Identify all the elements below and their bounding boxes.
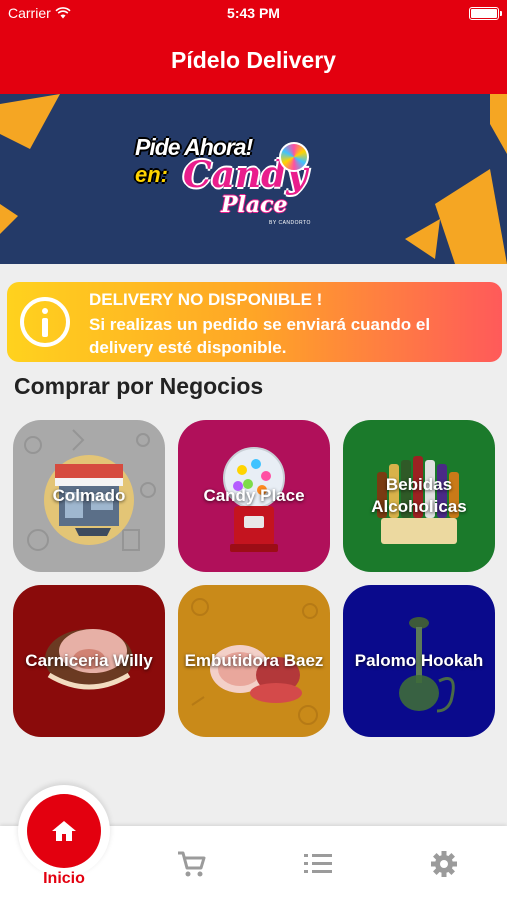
category-label: Candy Place <box>203 486 305 505</box>
status-bar: Carrier 5:43 PM <box>0 0 507 26</box>
category-label: Embutidora Baez <box>184 651 324 670</box>
delivery-alert: DELIVERY NO DISPONIBLE ! Si realizas un … <box>7 282 502 362</box>
info-icon <box>20 297 70 347</box>
cart-icon[interactable] <box>176 850 206 878</box>
alert-message: Si realizas un pedido se enviará cuando … <box>89 315 431 357</box>
home-label[interactable]: Inicio <box>20 870 108 888</box>
promo-banner[interactable]: Pide Ahora! en: Candy Place BY CANDORTO <box>0 94 507 264</box>
category-label: Bebidas Alcoholicas <box>371 475 467 516</box>
category-tile-candy-place[interactable]: Candy Place <box>178 420 330 572</box>
category-tile-embutidora-baez[interactable]: Embutidora Baez <box>178 585 330 737</box>
category-tile-bebidas-alcoholicas[interactable]: Bebidas Alcoholicas <box>343 420 495 572</box>
category-label: Palomo Hookah <box>354 651 484 670</box>
gear-icon[interactable] <box>429 850 459 878</box>
category-label: Colmado <box>52 486 126 505</box>
section-title: Comprar por Negocios <box>14 373 264 399</box>
category-tile-palomo-hookah[interactable]: Palomo Hookah <box>343 585 495 737</box>
category-tile-carniceria-willy[interactable]: Carniceria Willy <box>13 585 165 737</box>
banner-line2: en: <box>135 162 168 187</box>
home-button[interactable] <box>27 794 101 868</box>
candy-place-logo: Pide Ahora! en: Candy Place BY CANDORTO <box>133 130 313 230</box>
list-icon[interactable] <box>303 850 333 878</box>
banner-brand-bottom: Place <box>221 192 288 218</box>
lollipop-icon <box>279 142 309 172</box>
page-title: Pídelo Delivery <box>171 46 336 73</box>
battery-icon <box>469 7 502 20</box>
alert-title: DELIVERY NO DISPONIBLE ! <box>89 290 323 309</box>
category-label: Carniceria Willy <box>25 651 153 670</box>
status-time: 5:43 PM <box>227 5 280 21</box>
category-tile-colmado[interactable]: Colmado <box>13 420 165 572</box>
app-header: Pídelo Delivery <box>0 26 507 94</box>
home-icon <box>52 821 76 841</box>
banner-byline: BY CANDORTO <box>269 220 311 226</box>
